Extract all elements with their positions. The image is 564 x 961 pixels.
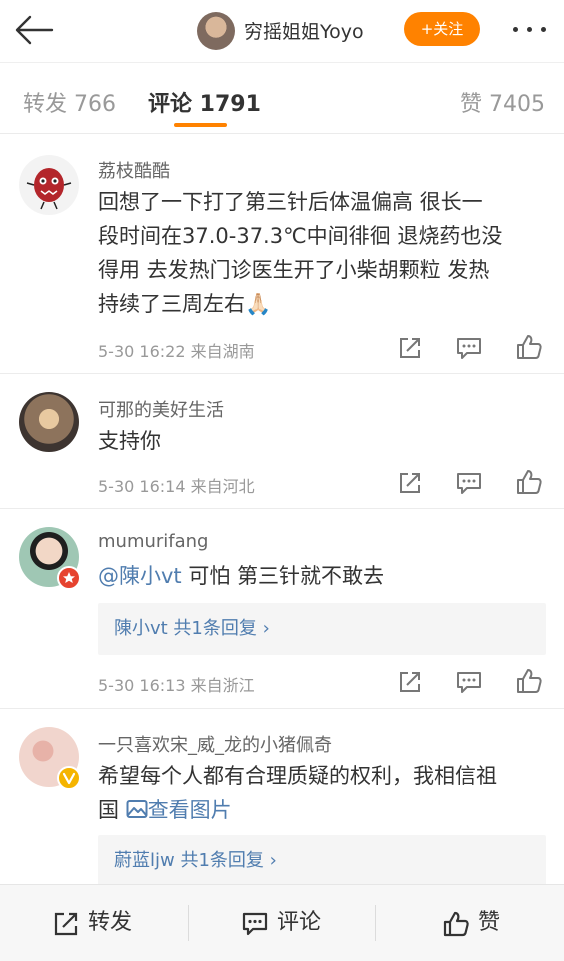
- view-image-label: 查看图片: [147, 798, 232, 822]
- comment-item: 一只喜欢宋_威_龙的小猪佩奇 希望每个人都有合理质疑的权利，我相信祖 国 查看图…: [0, 709, 564, 887]
- share-icon[interactable]: [396, 334, 424, 362]
- commenter-avatar[interactable]: [19, 392, 79, 452]
- image-icon: [126, 800, 148, 818]
- replies-preview-label: 陳小vt 共1条回复 ›: [114, 618, 270, 639]
- like-icon[interactable]: [515, 667, 543, 695]
- comment-text-line: 段时间在37.0-37.3℃中间徘徊 退烧药也没: [98, 224, 503, 248]
- active-tab-indicator: [174, 123, 227, 127]
- share-icon[interactable]: [396, 668, 424, 696]
- comment-item: 荔枝酷酷 回想了一下打了第三针后体温偏高 很长一 段时间在37.0-37.3℃中…: [0, 135, 564, 374]
- reply-icon[interactable]: [455, 668, 483, 696]
- follow-button[interactable]: +关注: [404, 12, 480, 46]
- top-bar: 穷摇姐姐Yoyo +关注: [0, 0, 564, 62]
- reply-icon[interactable]: [455, 469, 483, 497]
- comment-text-line: 得用 去发热门诊医生开了小柴胡颗粒 发热: [98, 258, 490, 282]
- like-label: 赞: [478, 910, 501, 935]
- commenter-name[interactable]: 可那的美好生活: [98, 396, 224, 422]
- comment-text: 希望每个人都有合理质疑的权利，我相信祖 国 查看图片: [98, 759, 550, 827]
- replies-preview[interactable]: 蔚蓝ljw 共1条回复 ›: [98, 835, 546, 887]
- comment-text: 回想了一下打了第三针后体温偏高 很长一 段时间在37.0-37.3℃中间徘徊 退…: [98, 185, 550, 321]
- commenter-name[interactable]: 荔枝酷酷: [98, 157, 170, 183]
- comment-text-line: 持续了三周左右🙏🏻: [98, 292, 272, 316]
- comment-text-body: 可怕 第三针就不敢去: [181, 564, 385, 588]
- comment-text: @陳小vt 可怕 第三针就不敢去: [98, 559, 550, 593]
- like-icon[interactable]: [515, 333, 543, 361]
- vip-badge-icon: [57, 766, 81, 790]
- comment-text: 支持你: [98, 429, 161, 453]
- comment-meta: 5-30 16:13 来自浙江: [98, 676, 255, 695]
- comment-label: 评论: [277, 910, 322, 935]
- tab-comments[interactable]: 评论 1791: [148, 86, 261, 118]
- back-arrow-icon[interactable]: [14, 13, 56, 47]
- comment-meta: 5-30 16:22 来自湖南: [98, 342, 255, 361]
- repost-label: 转发: [88, 910, 133, 935]
- divider: [375, 905, 376, 941]
- post-tabs: 转发 766 评论 1791 赞 7405: [0, 62, 564, 134]
- replies-preview[interactable]: 陳小vt 共1条回复 ›: [98, 603, 546, 655]
- author-name[interactable]: 穷摇姐姐Yoyo: [244, 17, 364, 44]
- commenter-avatar[interactable]: [19, 155, 79, 215]
- comment-text-line: 回想了一下打了第三针后体温偏高 很长一: [98, 190, 483, 214]
- commenter-name[interactable]: mumurifang: [98, 531, 209, 552]
- tab-likes[interactable]: 赞 7405: [460, 86, 545, 118]
- like-icon: [443, 911, 469, 937]
- bottom-action-bar: 转发 评论 赞: [0, 884, 564, 961]
- more-options-icon[interactable]: [510, 20, 550, 40]
- divider: [188, 905, 189, 941]
- comment-meta: 5-30 16:14 来自河北: [98, 477, 255, 496]
- comment-icon: [242, 912, 268, 936]
- comment-item: 可那的美好生活 支持你 5-30 16:14 来自河北: [0, 374, 564, 509]
- view-image-link[interactable]: 查看图片: [126, 798, 232, 822]
- mention-link[interactable]: @陳小vt: [98, 564, 182, 588]
- replies-preview-label: 蔚蓝ljw 共1条回复 ›: [114, 850, 277, 871]
- reply-icon[interactable]: [455, 334, 483, 362]
- share-icon[interactable]: [396, 469, 424, 497]
- author-avatar[interactable]: [197, 12, 235, 50]
- tab-repost[interactable]: 转发 766: [23, 86, 116, 118]
- like-icon[interactable]: [515, 468, 543, 496]
- lychee-avatar-icon: [26, 168, 72, 210]
- comment-text-line: 希望每个人都有合理质疑的权利，我相信祖: [98, 764, 497, 788]
- comment-item: mumurifang @陳小vt 可怕 第三针就不敢去 陳小vt 共1条回复 ›…: [0, 509, 564, 709]
- verified-badge-icon: [57, 566, 81, 590]
- commenter-name[interactable]: 一只喜欢宋_威_龙的小猪佩奇: [98, 731, 332, 757]
- repost-icon: [54, 912, 78, 936]
- comment-text-line: 国: [98, 798, 126, 822]
